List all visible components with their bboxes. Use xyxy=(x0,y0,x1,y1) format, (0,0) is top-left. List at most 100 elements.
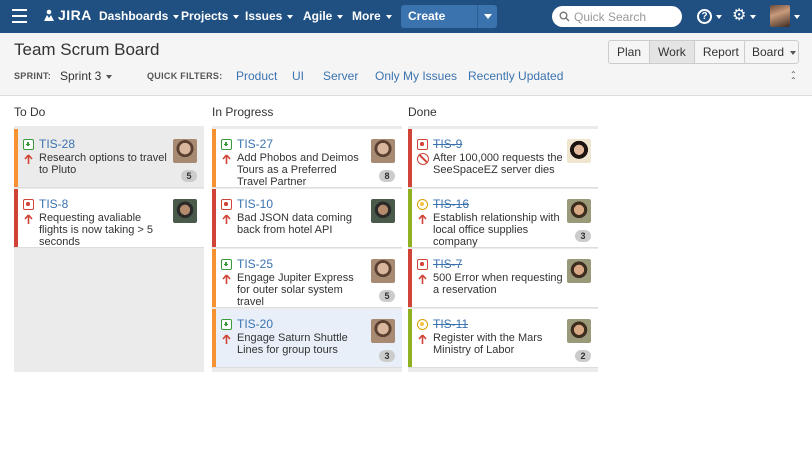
gear-icon[interactable]: ⚙ xyxy=(732,8,746,24)
quick-filter-my-issues[interactable]: Only My Issues xyxy=(375,69,457,83)
card-color-stripe xyxy=(408,249,412,307)
quick-filter-product[interactable]: Product xyxy=(236,69,277,83)
quick-filter-server[interactable]: Server xyxy=(323,69,358,83)
nav-dashboards[interactable]: Dashboards xyxy=(99,9,180,23)
issue-key-link[interactable]: TIS-27 xyxy=(237,137,273,151)
story-points-badge: 8 xyxy=(379,170,395,182)
assignee-avatar[interactable] xyxy=(567,139,591,163)
issue-card[interactable]: TIS-8 Requesting avaliable flights is now… xyxy=(14,189,204,248)
assignee-avatar[interactable] xyxy=(371,319,395,343)
chevron-down-icon[interactable] xyxy=(716,15,722,19)
issue-summary: Requesting avaliable flights is now taki… xyxy=(39,212,154,248)
up-arrow-icon xyxy=(222,334,231,344)
story-icon xyxy=(221,259,232,270)
card-color-stripe xyxy=(212,189,216,247)
chevron-down-icon xyxy=(287,14,294,19)
assignee-avatar[interactable] xyxy=(567,319,591,343)
board-menu-button[interactable]: Board xyxy=(744,40,799,64)
chevron-down-icon xyxy=(337,14,344,19)
nav-more[interactable]: More xyxy=(352,9,392,23)
nav-issues[interactable]: Issues xyxy=(245,9,294,23)
logo-text: JIRA xyxy=(58,7,92,23)
assignee-avatar[interactable] xyxy=(371,259,395,283)
issue-key-link[interactable]: TIS-20 xyxy=(237,317,273,331)
chevron-down-icon xyxy=(106,74,113,79)
bug-icon xyxy=(417,139,428,150)
bug-icon xyxy=(23,199,34,210)
issue-key-link[interactable]: TIS-7 xyxy=(433,257,462,271)
issue-key-link[interactable]: TIS-16 xyxy=(433,197,469,211)
card-color-stripe xyxy=(408,309,412,367)
nav-projects[interactable]: Projects xyxy=(181,9,240,23)
sprint-selector[interactable]: Sprint 3 xyxy=(60,69,113,83)
nav-projects-label: Projects xyxy=(181,9,229,23)
card-color-stripe xyxy=(14,129,18,187)
story-icon xyxy=(221,319,232,330)
page-title: Team Scrum Board xyxy=(14,40,160,59)
bug-icon xyxy=(221,199,232,210)
collapse-icon[interactable]: ⌃ ⌃ xyxy=(790,71,797,85)
up-arrow-icon xyxy=(24,214,33,224)
assignee-avatar[interactable] xyxy=(173,199,197,223)
issue-key-link[interactable]: TIS-25 xyxy=(237,257,273,271)
story-points-badge: 3 xyxy=(575,230,591,242)
issue-key-link[interactable]: TIS-11 xyxy=(433,317,468,331)
create-issue-label: Create issue xyxy=(408,9,446,46)
issue-summary: Add Phobos and Deimos Tours as a Preferr… xyxy=(237,152,359,188)
up-arrow-icon xyxy=(418,334,427,344)
board-mode-switcher: Plan Work Report xyxy=(608,40,748,64)
issue-key-link[interactable]: TIS-28 xyxy=(39,137,75,151)
create-issue-button[interactable]: Create issue xyxy=(401,5,497,46)
issue-card[interactable]: TIS-10 Bad JSON data coming back from hot… xyxy=(212,189,402,248)
issue-card[interactable]: TIS-16 Establish relationship with local … xyxy=(408,189,598,248)
mode-report-button[interactable]: Report xyxy=(695,41,747,63)
user-avatar[interactable] xyxy=(770,5,790,27)
mode-plan-button[interactable]: Plan xyxy=(609,41,651,63)
nav-agile-label: Agile xyxy=(303,9,333,23)
quick-filter-recently-updated[interactable]: Recently Updated xyxy=(468,69,563,83)
nav-agile[interactable]: Agile xyxy=(303,9,344,23)
mode-work-button[interactable]: Work xyxy=(650,41,695,63)
chevron-down-icon xyxy=(483,14,492,19)
assignee-avatar[interactable] xyxy=(371,139,395,163)
issue-card[interactable]: TIS-28 Research options to travel to Plut… xyxy=(14,129,204,188)
help-icon[interactable]: ? xyxy=(697,9,712,24)
column-header-todo: To Do xyxy=(14,105,46,119)
story-points-badge: 2 xyxy=(575,350,591,362)
issue-key-link[interactable]: TIS-10 xyxy=(237,197,273,211)
up-arrow-icon xyxy=(222,274,231,284)
menu-icon[interactable] xyxy=(12,9,27,23)
search-input[interactable] xyxy=(574,9,674,24)
quick-search[interactable] xyxy=(552,6,682,27)
assignee-avatar[interactable] xyxy=(371,199,395,223)
sprint-value: Sprint 3 xyxy=(60,69,102,83)
story-points-badge: 5 xyxy=(181,170,197,182)
assignee-avatar[interactable] xyxy=(567,199,591,223)
search-icon xyxy=(559,11,570,22)
board-menu-label: Board xyxy=(752,45,785,59)
quick-filter-ui[interactable]: UI xyxy=(292,69,304,83)
card-color-stripe xyxy=(408,189,412,247)
chevron-down-icon[interactable] xyxy=(794,15,800,19)
chevron-down-icon[interactable] xyxy=(750,15,756,19)
jira-logo[interactable]: JIRA xyxy=(42,7,92,23)
story-icon xyxy=(23,139,34,150)
issue-card[interactable]: TIS-27 Add Phobos and Deimos Tours as a P… xyxy=(212,129,402,188)
issue-summary: Establish relationship with local office… xyxy=(433,212,560,248)
assignee-avatar[interactable] xyxy=(567,259,591,283)
nav-issues-label: Issues xyxy=(245,9,283,23)
top-nav: JIRA Dashboards Projects Issues Agile Mo… xyxy=(0,0,812,46)
issue-summary: Engage Jupiter Express for outer solar s… xyxy=(237,272,354,308)
create-issue-dropdown[interactable] xyxy=(477,5,497,28)
issue-card[interactable]: TIS-11 Register with the Mars Ministry of… xyxy=(408,309,598,368)
issue-card[interactable]: TIS-9 After 100,000 requests the SeeSpace… xyxy=(408,129,598,188)
issue-summary: Register with the Mars Ministry of Labor xyxy=(433,332,543,356)
assignee-avatar[interactable] xyxy=(173,139,197,163)
issue-key-link[interactable]: TIS-9 xyxy=(433,137,462,151)
issue-card[interactable]: TIS-25 Engage Jupiter Express for outer s… xyxy=(212,249,402,308)
issue-key-link[interactable]: TIS-8 xyxy=(39,197,68,211)
issue-card[interactable]: TIS-7 500 Error when requesting a reserva… xyxy=(408,249,598,308)
card-color-stripe xyxy=(212,309,216,367)
issue-card[interactable]: TIS-20 Engage Saturn Shuttle Lines for gr… xyxy=(212,309,402,368)
improvement-icon xyxy=(417,319,428,330)
